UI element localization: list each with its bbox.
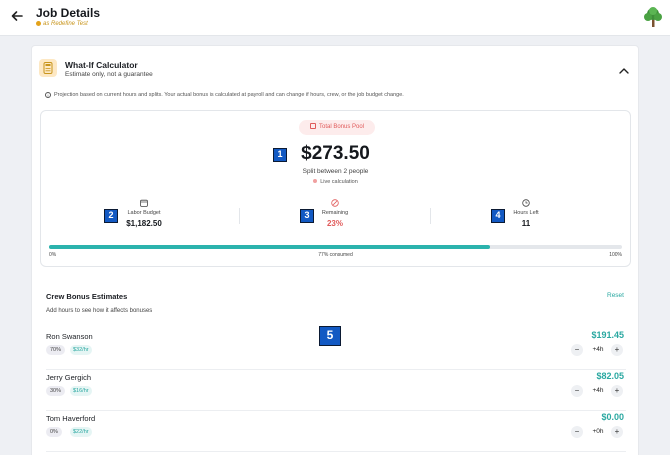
- gift-icon: [309, 123, 316, 129]
- calculator-title: What-If Calculator: [65, 60, 138, 70]
- crew-member-name: Ron Swanson: [46, 332, 93, 341]
- budget-progress-bar: [49, 245, 622, 249]
- split-text: Split between 2 people: [302, 168, 369, 175]
- bonus-pool-amount: $273.50: [301, 143, 370, 164]
- decrease-hours-button[interactable]: −: [571, 344, 583, 356]
- crew-row: Jerry Gergich 30% $16/hr $82.05 − +4h +: [46, 371, 626, 415]
- crew-row: Ron Swanson 70% $32/hr $191.45 − +4h +: [46, 330, 626, 374]
- remaining-value: 23%: [326, 219, 343, 228]
- chevron-up-icon[interactable]: [618, 63, 630, 74]
- bonus-amount: $82.05: [596, 371, 624, 381]
- clock-icon: [522, 199, 530, 207]
- increase-hours-button[interactable]: +: [611, 426, 623, 438]
- projection-note-text: Projection based on current hours and sp…: [54, 92, 404, 98]
- hourly-rate-badge: $32/hr: [70, 345, 92, 355]
- annotation-badge-4: 4: [491, 209, 505, 223]
- increase-hours-button[interactable]: +: [611, 385, 623, 397]
- projection-note: i Projection based on current hours and s…: [45, 92, 404, 98]
- page-title: Job Details: [36, 6, 101, 20]
- row-divider: [46, 451, 626, 452]
- role-dot-icon: [36, 21, 41, 26]
- back-arrow-icon[interactable]: [10, 9, 26, 25]
- decrease-hours-button[interactable]: −: [571, 385, 583, 397]
- remaining-stat: Remaining 23%: [240, 199, 430, 228]
- crew-member-name: Jerry Gergich: [46, 373, 92, 382]
- row-divider: [46, 410, 626, 411]
- added-hours-value: +4h: [592, 346, 604, 353]
- crew-section-title: Crew Bonus Estimates: [46, 292, 128, 301]
- total-bonus-pool-pill: Total Bonus Pool: [299, 120, 375, 135]
- hourly-rate-badge: $16/hr: [70, 386, 92, 396]
- calculator-icon: [39, 59, 57, 77]
- hours-left-value: 11: [521, 219, 531, 228]
- top-bar: Job Details as Redefine Test: [0, 0, 670, 36]
- info-icon: i: [45, 92, 51, 98]
- hourly-rate-badge: $22/hr: [70, 427, 92, 437]
- what-if-calculator-card: What-If Calculator Estimate only, not a …: [31, 45, 639, 455]
- crew-section-subtitle: Add hours to see how it affects bonuses: [46, 308, 153, 314]
- live-dot-icon: [313, 179, 318, 183]
- crew-member-name: Tom Haverford: [46, 414, 96, 423]
- labor-budget-label: Labor Budget: [127, 210, 161, 216]
- tree-avatar-icon[interactable]: [642, 6, 664, 28]
- split-percent-badge: 30%: [46, 386, 66, 396]
- role-subtitle: as Redefine Test: [36, 21, 88, 27]
- calendar-icon: [140, 199, 148, 207]
- progress-consumed-label: 77% consumed: [318, 252, 353, 258]
- bonus-amount: $191.45: [591, 330, 624, 340]
- added-hours-value: +4h: [592, 387, 604, 394]
- live-calculation-indicator: Live calculation: [41, 179, 630, 185]
- annotation-badge-2: 2: [104, 209, 118, 223]
- hours-left-stat: Hours Left 11: [431, 199, 621, 228]
- crew-row: Tom Haverford 0% $22/hr $0.00 − +0h +: [46, 412, 626, 455]
- annotation-badge-3: 3: [300, 209, 314, 223]
- bonus-pool-panel: Total Bonus Pool 1 $273.50 Split between…: [40, 110, 631, 267]
- role-subtitle-text: as Redefine Test: [43, 21, 88, 27]
- labor-budget-stat: Labor Budget $1,182.50: [49, 199, 239, 228]
- increase-hours-button[interactable]: +: [611, 344, 623, 356]
- progress-end-label: 100%: [609, 252, 622, 258]
- decrease-hours-button[interactable]: −: [571, 426, 583, 438]
- remaining-icon: [331, 199, 339, 207]
- pool-label: Total Bonus Pool: [318, 124, 365, 130]
- split-percent-badge: 0%: [46, 427, 62, 437]
- added-hours-value: +0h: [592, 428, 604, 435]
- live-text: Live calculation: [320, 179, 358, 185]
- budget-progress-fill: [49, 245, 491, 249]
- hours-left-label: Hours Left: [513, 210, 539, 216]
- remaining-label: Remaining: [321, 210, 349, 216]
- row-divider: [46, 369, 626, 370]
- labor-budget-value: $1,182.50: [126, 219, 162, 228]
- calculator-subtitle: Estimate only, not a guarantee: [65, 71, 153, 78]
- bonus-amount: $0.00: [601, 412, 624, 422]
- reset-link[interactable]: Reset: [607, 292, 624, 299]
- split-percent-badge: 70%: [46, 345, 66, 355]
